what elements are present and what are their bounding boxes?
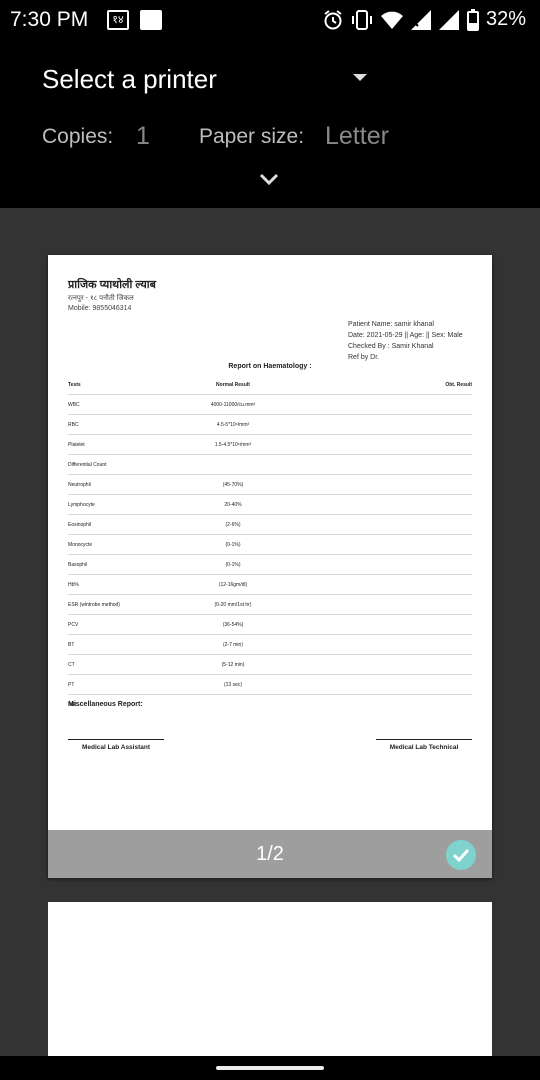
haematology-table: Tests Normal Result Obt. Result WBC 4000-… xyxy=(68,375,472,708)
battery-percent: 32% xyxy=(485,8,526,30)
lab-name: प्राजिक प्याथोली ल्याब xyxy=(68,279,156,291)
ref-by: Ref by Dr. xyxy=(348,354,380,361)
preview-page-2[interactable] xyxy=(48,902,492,1056)
normal-result-cell: (0-1%) xyxy=(225,562,241,568)
report-title: Report on Haematology : xyxy=(228,363,312,370)
test-name-cell: WBC xyxy=(68,402,80,408)
normal-result-cell: (5-12 min) xyxy=(221,662,245,668)
signal-icon xyxy=(438,9,459,30)
status-time: 7:30 PM xyxy=(10,8,89,31)
table-row: BT (2-7 min) xyxy=(68,635,472,655)
normal-result-cell: (0-1%) xyxy=(225,542,241,548)
check-icon[interactable] xyxy=(446,840,476,870)
notification-number-icon: १४ xyxy=(107,10,129,30)
table-row: WBC 4000-11000/cu.mm³ xyxy=(68,395,472,415)
test-name-cell: Platelet xyxy=(68,442,85,448)
signature-lab-assistant: Medical Lab Assistant xyxy=(68,739,164,751)
test-name-cell: CT xyxy=(68,662,75,668)
normal-result-cell: 4.5-5*10⁶/mm³ xyxy=(216,422,250,428)
dropdown-arrow-icon[interactable] xyxy=(353,74,367,81)
normal-result-cell: (13 sec) xyxy=(223,682,243,688)
test-name-cell: Basophil xyxy=(68,562,88,568)
document-content: प्राजिक प्याथोली ल्याब रत्नपुर - १८ पनौत… xyxy=(68,277,472,751)
normal-result-cell: (45-70%) xyxy=(222,482,244,488)
test-name-cell: Eosinophil xyxy=(68,522,92,528)
normal-result-cell: 4000-11000/cu.mm³ xyxy=(210,402,256,408)
checked-by: Checked By : Samir Khanal xyxy=(348,343,434,350)
table-header: Tests Normal Result Obt. Result xyxy=(68,375,472,395)
header-normal-result: Normal Result xyxy=(216,382,250,388)
app-notification-icon xyxy=(140,10,162,30)
normal-result-cell: 1.5-4.5*10⁵/mm³ xyxy=(214,442,252,448)
patient-info: Patient Name: samir khanal Date: 2021-05… xyxy=(348,319,463,363)
test-name-cell: Monocycte xyxy=(68,542,93,548)
lab-mobile: Mobile: 9855046314 xyxy=(68,305,132,312)
patient-name: Patient Name: samir khanal xyxy=(348,321,434,328)
table-row: ESR (wintrobe method) (0-20 mm/1st hr) xyxy=(68,595,472,615)
paper-size-label: Paper size: xyxy=(199,125,305,148)
lab-address: रत्नपुर - १८ पनौती जिकल xyxy=(68,295,134,302)
table-row: Lymphocyte 20-40% xyxy=(68,495,472,515)
navigation-bar xyxy=(0,1056,540,1080)
copies-label: Copies: xyxy=(42,125,114,148)
paper-size-value[interactable]: Letter xyxy=(325,122,389,151)
test-name-cell: PT xyxy=(68,682,75,688)
chevron-down-icon[interactable] xyxy=(258,170,280,188)
normal-result-cell: 20-40% xyxy=(224,502,242,508)
normal-result-cell: (12-16gm/dl) xyxy=(218,582,248,588)
battery-icon xyxy=(466,8,479,31)
copies-value[interactable]: 1 xyxy=(136,122,150,151)
table-row: Basophil (0-1%) xyxy=(68,555,472,575)
printer-selector[interactable]: Select a printer xyxy=(42,64,217,95)
table-row: CT (5-12 min) xyxy=(68,655,472,675)
header-obtained-result: Obt. Result xyxy=(445,382,472,388)
table-row: PT (13 sec) xyxy=(68,675,472,695)
status-icons: 32% xyxy=(322,8,526,31)
status-bar: 7:30 PM १४ 32% xyxy=(0,0,540,42)
page-footer: 1/2 xyxy=(48,830,492,878)
misc-report-label: Miscellaneous Report: xyxy=(68,701,143,708)
signature-lab-technical: Medical Lab Technical xyxy=(376,739,472,751)
vibrate-icon xyxy=(351,9,372,30)
table-row: Hb% (12-16gm/dl) xyxy=(68,575,472,595)
test-name-cell: ESR (wintrobe method) xyxy=(68,602,120,608)
test-name-cell: Neutrophil xyxy=(68,482,91,488)
table-row: RBC 4.5-5*10⁶/mm³ xyxy=(68,415,472,435)
alarm-icon xyxy=(324,9,342,29)
table-row: Eosinophil (2-6%) xyxy=(68,515,472,535)
normal-result-cell: (36-54%) xyxy=(222,622,244,628)
table-row: Neutrophil (45-70%) xyxy=(68,475,472,495)
normal-result-cell: (2-6%) xyxy=(225,522,241,528)
signal-x-icon xyxy=(410,9,431,30)
normal-result-cell: (0-20 mm/1st hr) xyxy=(214,602,252,608)
page-indicator: 1/2 xyxy=(256,843,284,865)
table-row: Differential Count xyxy=(68,455,472,475)
test-name-cell: BT xyxy=(68,642,75,648)
header-tests: Tests xyxy=(68,382,81,388)
table-row: PCV (36-54%) xyxy=(68,615,472,635)
normal-result-cell: (2-7 min) xyxy=(222,642,243,648)
test-name-cell: Hb% xyxy=(68,582,79,588)
test-name-cell: Differential Count xyxy=(68,462,107,468)
table-row: Monocycte (0-1%) xyxy=(68,535,472,555)
table-row: Platelet 1.5-4.5*10⁵/mm³ xyxy=(68,435,472,455)
print-options-header: Select a printer Copies: 1 Paper size: L… xyxy=(0,42,540,208)
print-preview-area: प्राजिक प्याथोली ल्याब रत्नपुर - १८ पनौत… xyxy=(0,208,540,1056)
report-date: Date: 2021-05-29 || Age: || Sex: Male xyxy=(348,332,463,339)
wifi-icon xyxy=(380,11,403,29)
home-handle[interactable] xyxy=(216,1066,324,1070)
test-name-cell: RBC xyxy=(68,422,79,428)
preview-page-1[interactable]: प्राजिक प्याथोली ल्याब रत्नपुर - १८ पनौत… xyxy=(48,255,492,878)
test-name-cell: Lymphocyte xyxy=(68,502,95,508)
test-name-cell: PCV xyxy=(68,622,79,628)
